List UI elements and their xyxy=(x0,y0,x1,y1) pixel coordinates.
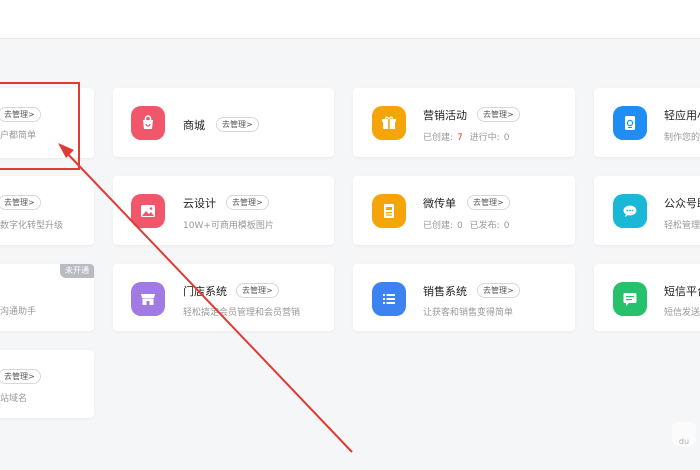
card-marketing[interactable]: 营销活动 去管理> 已创建: 7 进行中: 0 xyxy=(353,88,575,157)
top-bar xyxy=(0,0,700,39)
card-partial-4[interactable]: 去管理> 站域名 xyxy=(0,350,94,418)
card-description: 沟通助手 xyxy=(0,307,37,317)
card-lightapp[interactable]: 轻应用小 制作您的 xyxy=(594,88,700,157)
card-description: 站域名 xyxy=(0,394,28,404)
manage-button[interactable]: 去管理> xyxy=(0,195,41,210)
card-description: 10W+可商用模板图片 xyxy=(183,221,274,231)
manage-button[interactable]: 去管理> xyxy=(236,283,279,298)
chat-bubble-icon xyxy=(613,194,647,228)
card-official-account[interactable]: 公众号助 轻松管理 xyxy=(594,176,700,245)
card-stats: 已创建: 7 进行中: 0 xyxy=(423,130,513,143)
published-count: 0 xyxy=(503,221,510,231)
card-sales[interactable]: 销售系统 去管理> 让获客和销售变得简单 xyxy=(353,264,575,331)
manage-button[interactable]: 去管理> xyxy=(477,107,520,122)
card-stats: 已创建: 0 已发布: 0 xyxy=(423,218,513,231)
manage-button[interactable]: 去管理> xyxy=(0,369,41,384)
manage-button[interactable]: 去管理> xyxy=(467,195,510,210)
card-description: 轻松管理 xyxy=(664,221,700,231)
card-title: 云设计 xyxy=(183,197,216,210)
message-icon xyxy=(613,282,647,316)
not-activated-badge: 未开通 xyxy=(60,264,94,278)
card-sms[interactable]: 短信平台 短信发送 xyxy=(594,264,700,331)
created-count: 0 xyxy=(457,221,463,231)
card-store[interactable]: 门店系统 去管理> 轻松搞定会员管理和会员营销 xyxy=(113,264,334,331)
created-label: 已创建: xyxy=(423,133,454,143)
card-description: 数字化转型升级 xyxy=(0,221,64,231)
card-description: 制作您的 xyxy=(664,133,700,143)
card-title: 微传单 xyxy=(423,197,456,210)
card-title: 门店系统 xyxy=(183,285,227,298)
shopping-bag-icon xyxy=(131,106,165,140)
running-label: 进行中: xyxy=(469,133,500,143)
card-title: 短信平台 xyxy=(664,285,700,298)
image-icon xyxy=(131,194,165,228)
manage-button[interactable]: 去管理> xyxy=(226,195,269,210)
store-icon xyxy=(131,282,165,316)
card-title: 轻应用小 xyxy=(664,109,700,122)
watermark-text: du xyxy=(678,437,690,446)
gift-icon xyxy=(372,106,406,140)
created-count: 7 xyxy=(457,133,463,143)
list-icon xyxy=(372,282,406,316)
light-app-icon xyxy=(613,106,647,140)
annotation-highlight-box xyxy=(0,82,80,170)
running-count: 0 xyxy=(503,133,510,143)
card-description: 轻松搞定会员管理和会员营销 xyxy=(183,308,301,318)
card-title: 销售系统 xyxy=(423,285,467,298)
created-label: 已创建: xyxy=(423,221,454,231)
card-partial-3[interactable]: 未开通 沟通助手 xyxy=(0,264,94,331)
published-label: 已发布: xyxy=(469,221,500,231)
card-title: 营销活动 xyxy=(423,109,467,122)
baidu-watermark-icon: du xyxy=(672,422,696,446)
manage-button[interactable]: 去管理> xyxy=(477,283,520,298)
card-description: 让获客和销售变得简单 xyxy=(423,308,514,318)
card-mall[interactable]: 商城 去管理> xyxy=(113,88,334,157)
card-description: 短信发送 xyxy=(664,308,700,318)
document-icon xyxy=(372,194,406,228)
card-partial-2[interactable]: 去管理> 数字化转型升级 xyxy=(0,176,94,245)
manage-button[interactable]: 去管理> xyxy=(216,117,259,132)
card-flyer[interactable]: 微传单 去管理> 已创建: 0 已发布: 0 xyxy=(353,176,575,245)
card-title: 公众号助 xyxy=(664,197,700,210)
card-design[interactable]: 云设计 去管理> 10W+可商用模板图片 xyxy=(113,176,334,245)
card-title: 商城 xyxy=(183,119,205,132)
